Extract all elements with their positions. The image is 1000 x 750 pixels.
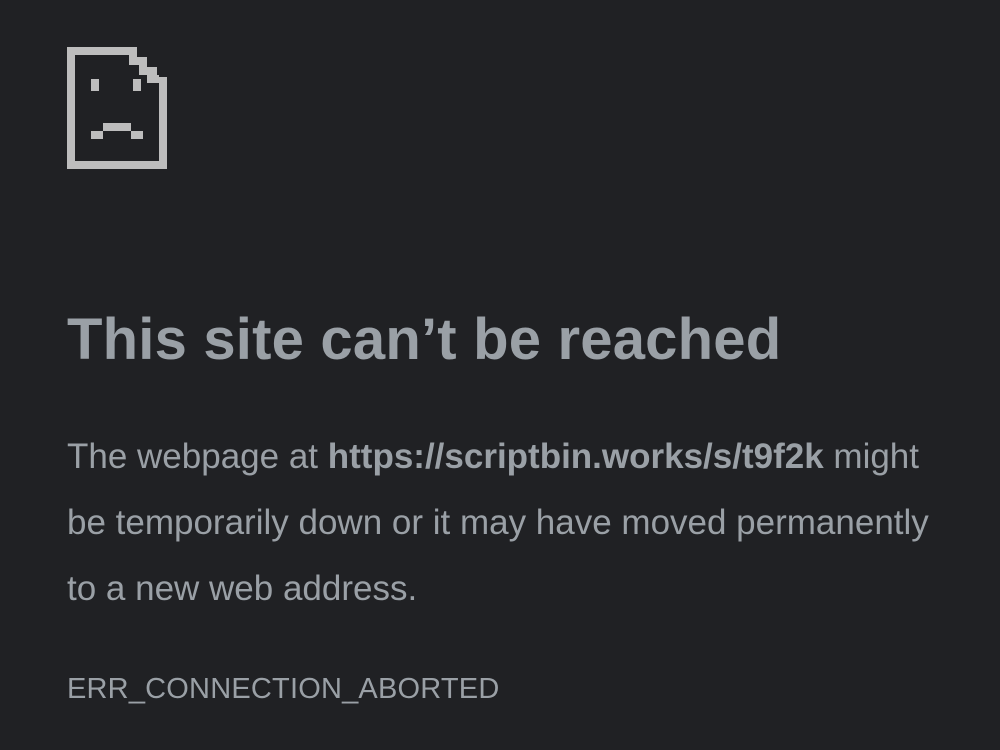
sad-page-icon — [67, 47, 167, 169]
failed-url: https://scriptbin.works/s/t9f2k — [327, 437, 824, 476]
page-title: This site can’t be reached — [67, 307, 782, 372]
message-prefix: The webpage at — [67, 437, 328, 476]
error-code: ERR_CONNECTION_ABORTED — [67, 673, 500, 705]
error-message: The webpage at https://scriptbin.works/s… — [67, 424, 967, 622]
error-page: This site can’t be reached The webpage a… — [0, 0, 1000, 750]
